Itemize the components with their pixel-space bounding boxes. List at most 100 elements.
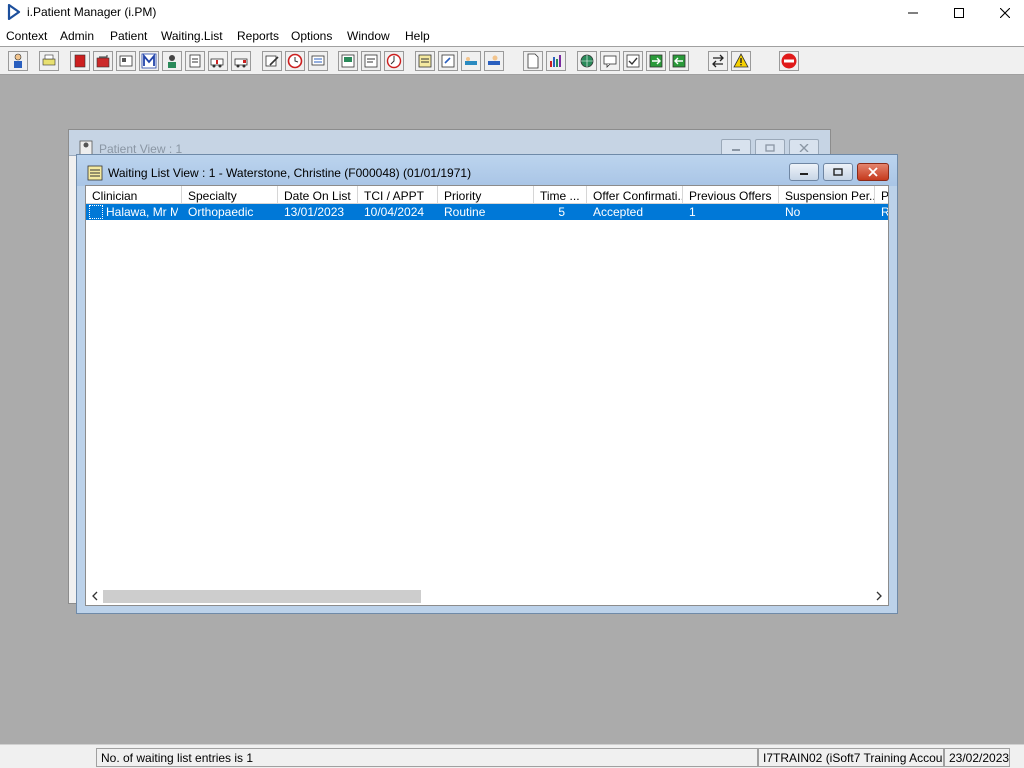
waiting-list-table[interactable]: Clinician Specialty Date On List TCI / A… [85, 185, 889, 606]
column-header-p[interactable]: P [875, 186, 888, 204]
swap-arrows-icon [712, 54, 724, 68]
toolbar-swap-button[interactable] [708, 51, 728, 71]
page-icon [527, 53, 539, 69]
toolbar-edit-button[interactable] [262, 51, 282, 71]
waiting-list-view-window[interactable]: Waiting List View : 1 - Waterstone, Chri… [76, 154, 898, 614]
toolbar-clinician-button[interactable] [162, 51, 182, 71]
menu-help[interactable]: Help [405, 29, 430, 43]
toolbar-message-button[interactable] [600, 51, 620, 71]
toolbar-print-button[interactable] [39, 51, 59, 71]
toolbar-m-button[interactable] [139, 51, 159, 71]
column-header-offer-confirmation[interactable]: Offer Confirmati... [587, 186, 683, 204]
toolbar-notes-button[interactable] [185, 51, 205, 71]
toolbar-book-button[interactable] [70, 51, 90, 71]
patient-view-title-bar[interactable]: Patient View : 1 [69, 130, 830, 156]
toolbar-timer-button[interactable] [384, 51, 404, 71]
ambulance-icon [210, 58, 224, 68]
cell-suspension: No [785, 205, 801, 219]
toolbar-patient-search-button[interactable] [8, 51, 28, 71]
cell-tci-appt: 10/04/2024 [364, 205, 425, 219]
toolbar-check-button[interactable] [623, 51, 643, 71]
status-account: I7TRAIN02 (iSoft7 Training Account) [758, 748, 944, 767]
globe-icon [580, 54, 594, 68]
admit-icon [488, 55, 500, 65]
table-row[interactable]: Halawa, Mr M Orthopaedic 13/01/2023 10/0… [86, 204, 888, 220]
column-header-clinician[interactable]: Clinician [86, 186, 182, 204]
toolbar-exit-button[interactable] [779, 51, 799, 71]
toolbar-clock-button[interactable] [285, 51, 305, 71]
toolbar-chart-button[interactable] [546, 51, 566, 71]
letter-m-icon [141, 53, 157, 69]
menu-patient[interactable]: Patient [110, 29, 147, 43]
bar-chart-icon [550, 55, 561, 67]
toolbar-warning-button[interactable] [731, 51, 751, 71]
printer-icon [42, 54, 56, 66]
person-search-icon [14, 53, 22, 68]
menu-reports[interactable]: Reports [237, 29, 279, 43]
column-header-previous-offers[interactable]: Previous Offers [683, 186, 779, 204]
close-icon [868, 167, 878, 177]
clinician-icon [168, 55, 176, 68]
app-title: i.Patient Manager (i.PM) [27, 5, 157, 19]
cell-time: 5 [558, 205, 565, 219]
cell-specialty: Orthopaedic [188, 205, 254, 219]
toolbar-transport-button[interactable] [231, 51, 251, 71]
toolbar-card-button[interactable] [116, 51, 136, 71]
export-icon [672, 54, 686, 68]
menu-window[interactable]: Window [347, 29, 390, 43]
maximize-icon [954, 8, 964, 18]
status-bar: No. of waiting list entries is 1 I7TRAIN… [0, 744, 1024, 768]
waiting-list-close-button[interactable] [857, 163, 889, 181]
scroll-right-button[interactable] [872, 589, 886, 603]
column-header-priority[interactable]: Priority [438, 186, 534, 204]
waiting-list-minimize-button[interactable] [789, 163, 819, 181]
checklist-icon [626, 54, 640, 68]
maximize-button[interactable] [936, 0, 982, 26]
cell-priority: Routine [444, 205, 486, 219]
toolbar-document-button[interactable] [361, 51, 381, 71]
menu-context[interactable]: Context [6, 29, 47, 43]
minimize-icon [800, 173, 808, 175]
waiting-list-view-title: Waiting List View : 1 - Waterstone, Chri… [108, 166, 472, 180]
menu-admin[interactable]: Admin [60, 29, 94, 43]
toolbar-globe-button[interactable] [577, 51, 597, 71]
toolbar-import-button[interactable] [646, 51, 666, 71]
chevron-right-icon [876, 591, 882, 601]
column-header-tci-appt[interactable]: TCI / APPT [358, 186, 438, 204]
close-icon [1000, 8, 1010, 18]
column-header-suspension-period[interactable]: Suspension Per... [779, 186, 875, 204]
status-entries-count: No. of waiting list entries is 1 [96, 748, 758, 767]
toolbar-admit-button[interactable] [484, 51, 504, 71]
minimize-button[interactable] [890, 0, 936, 26]
cell-previous-offers: 1 [689, 205, 696, 219]
toolbar-export-button[interactable] [669, 51, 689, 71]
scroll-thumb[interactable] [103, 590, 421, 603]
toolbar [0, 46, 1024, 75]
vehicle-icon [234, 58, 248, 68]
app-logo-icon [7, 4, 21, 20]
column-header-date-on-list[interactable]: Date On List [278, 186, 358, 204]
monitor-icon [311, 55, 325, 66]
toolbar-view-button[interactable] [438, 51, 458, 71]
toolbar-folder-button[interactable] [93, 51, 113, 71]
menu-waiting-list[interactable]: Waiting.List [161, 29, 223, 43]
waiting-list-maximize-button[interactable] [823, 163, 853, 181]
column-header-specialty[interactable]: Specialty [182, 186, 278, 204]
toolbar-ambulance-button[interactable] [208, 51, 228, 71]
toolbar-report-button[interactable] [338, 51, 358, 71]
view-icon [441, 54, 455, 68]
toolbar-page-button[interactable] [523, 51, 543, 71]
scroll-left-button[interactable] [88, 589, 102, 603]
notes-icon [189, 54, 201, 68]
column-header-time[interactable]: Time ... [534, 186, 587, 204]
toolbar-bed-button[interactable] [461, 51, 481, 71]
clock-icon [287, 53, 303, 69]
red-book-icon [74, 54, 86, 68]
toolbar-list-button[interactable] [415, 51, 435, 71]
close-button[interactable] [982, 0, 1024, 26]
waiting-list-view-title-bar[interactable]: Waiting List View : 1 - Waterstone, Chri… [77, 155, 897, 186]
menu-options[interactable]: Options [291, 29, 332, 43]
maximize-icon [765, 143, 775, 152]
toolbar-monitor-button[interactable] [308, 51, 328, 71]
horizontal-scrollbar[interactable] [86, 587, 888, 605]
